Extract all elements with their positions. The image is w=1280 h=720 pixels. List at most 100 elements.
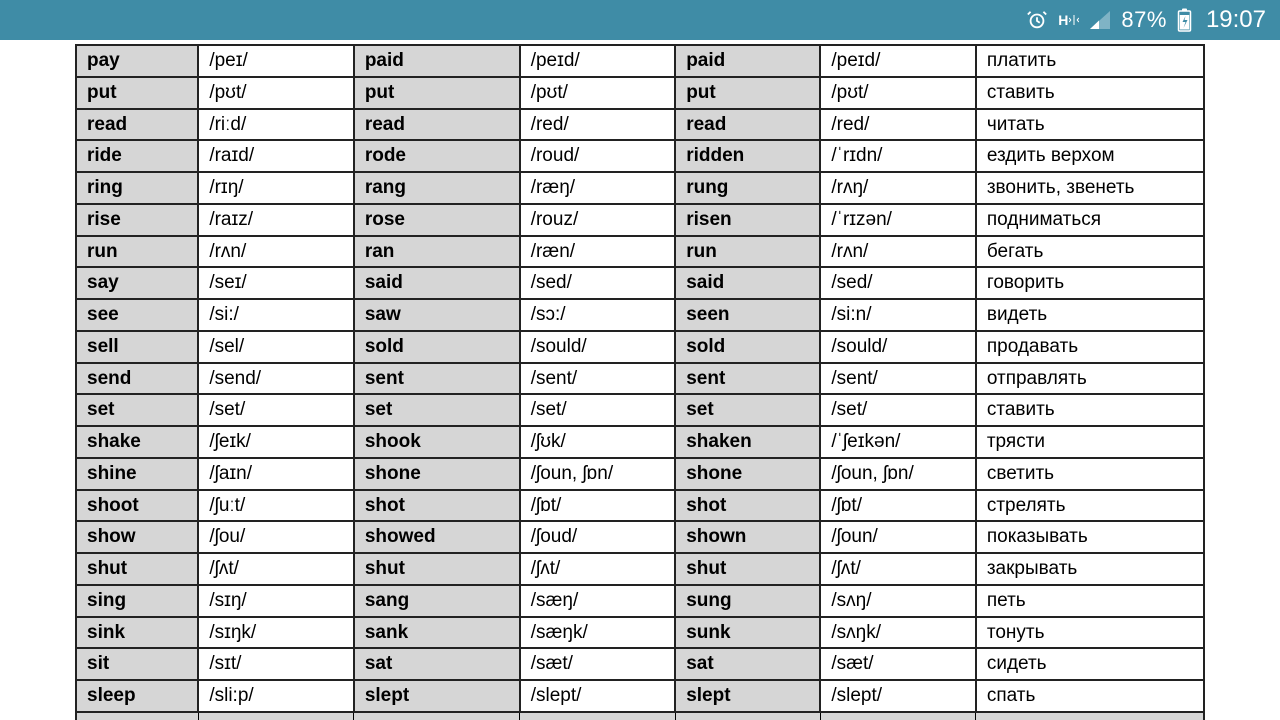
- verb-ipa-base: /rʌn/: [198, 236, 354, 268]
- verb-pp: paid: [675, 45, 820, 77]
- verb-translation: звонить, звенеть: [976, 172, 1204, 204]
- verb-ipa-pp: /ʃoun, ʃɒn/: [820, 458, 976, 490]
- table-row: sing/sɪŋ/sang/sæŋ/sung/sʌŋ/петь: [76, 585, 1204, 617]
- table-row: sit/sɪt/sat/sæt/sat/sæt/сидеть: [76, 648, 1204, 680]
- table-row: sink/sɪŋk/sank/sæŋk/sunk/sʌŋk/тонуть: [76, 617, 1204, 649]
- table-row: show/ʃou/showed/ʃoud/shown/ʃoun/показыва…: [76, 521, 1204, 553]
- verb-past: sat: [354, 648, 520, 680]
- verb-ipa-base: /seɪ/: [198, 267, 354, 299]
- verb-base: sit: [76, 648, 198, 680]
- verb-past: sent: [354, 363, 520, 395]
- android-status-bar: H 87% 19:07: [0, 0, 1280, 40]
- verb-base: show: [76, 521, 198, 553]
- verb-translation: читать: [976, 109, 1204, 141]
- table-row: rise/raɪz/rose/rouz/risen/ˈrɪzən/поднима…: [76, 204, 1204, 236]
- verb-ipa-past: /ʃʊk/: [520, 426, 676, 458]
- table-row: read/riːd/read/red/read/red/читать: [76, 109, 1204, 141]
- verb-translation: ставить: [976, 394, 1204, 426]
- verb-base: sing: [76, 585, 198, 617]
- verb-past: shone: [354, 458, 520, 490]
- verb-ipa-pp: /ʃɒt/: [820, 490, 976, 522]
- verb-ipa-pp: /rʌn/: [820, 236, 976, 268]
- verb-base: sell: [76, 331, 198, 363]
- verb-ipa-past: /sent/: [520, 363, 676, 395]
- verb-pp: set: [675, 394, 820, 426]
- verb-ipa-base: /sɪt/: [198, 648, 354, 680]
- verb-pp: shut: [675, 553, 820, 585]
- verb-ipa-past: /pʊt/: [520, 77, 676, 109]
- verb-ipa-pp: /peɪd/: [820, 45, 976, 77]
- verb-table-wrap: pay/peɪ/paid/peɪd/paid/peɪd/платитьput/p…: [75, 44, 1205, 720]
- verb-translation: платить: [976, 45, 1204, 77]
- verb-ipa-past: /sæŋ/: [520, 585, 676, 617]
- verb-ipa-past: /sæŋk/: [520, 617, 676, 649]
- verb-base: sink: [76, 617, 198, 649]
- verb-pp: read: [675, 109, 820, 141]
- table-row: pay/peɪ/paid/peɪd/paid/peɪd/платить: [76, 45, 1204, 77]
- verb-translation: тонуть: [976, 617, 1204, 649]
- verb-ipa-past: /sɔ:/: [520, 299, 676, 331]
- verb-base: rise: [76, 204, 198, 236]
- verb-base: read: [76, 109, 198, 141]
- verb-past: showed: [354, 521, 520, 553]
- verb-ipa-pp: /sæt/: [820, 648, 976, 680]
- table-row: shoot/ʃuːt/shot/ʃɒt/shot/ʃɒt/стрелять: [76, 490, 1204, 522]
- verb-ipa-base: /ʃou/: [198, 521, 354, 553]
- verb-translation: показывать: [976, 521, 1204, 553]
- verb-base: pay: [76, 45, 198, 77]
- table-row: ring/rɪŋ/rang/ræŋ/rung/rʌŋ/звонить, звен…: [76, 172, 1204, 204]
- verb-base: shake: [76, 426, 198, 458]
- verb-ipa-past: /slept/: [520, 680, 676, 712]
- verb-past: sang: [354, 585, 520, 617]
- verb-ipa-pp: /pʊt/: [820, 77, 976, 109]
- table-row: say/seɪ/said/sed/said/sed/говорить: [76, 267, 1204, 299]
- verb-ipa-base: /raɪd/: [198, 140, 354, 172]
- verb-ipa-past: /peɪd/: [520, 45, 676, 77]
- verb-ipa-base: /ʃʌt/: [198, 553, 354, 585]
- verb-ipa-pp: /red/: [820, 109, 976, 141]
- irregular-verbs-table: pay/peɪ/paid/peɪd/paid/peɪd/платитьput/p…: [75, 44, 1205, 720]
- verb-ipa-past: /sould/: [520, 331, 676, 363]
- verb-translation: стрелять: [976, 490, 1204, 522]
- verb-translation: говорить: [976, 267, 1204, 299]
- verb-translation: спать: [976, 680, 1204, 712]
- verb-ipa-past: /sed/: [520, 267, 676, 299]
- verb-ipa-past: /ʃɒt/: [520, 490, 676, 522]
- verb-pp: slept: [675, 680, 820, 712]
- verb-ipa-base: /raɪz/: [198, 204, 354, 236]
- verb-pp: shone: [675, 458, 820, 490]
- table-row: send/send/sent/sent/sent/sent/отправлять: [76, 363, 1204, 395]
- verb-past: set: [354, 394, 520, 426]
- verb-ipa-base: /riːd/: [198, 109, 354, 141]
- verb-translation: видеть: [976, 299, 1204, 331]
- verb-pp: run: [675, 236, 820, 268]
- verb-base: run: [76, 236, 198, 268]
- table-row: sleep/sli:p/slept/slept/slept/slept/спат…: [76, 680, 1204, 712]
- verb-ipa-pp: /sʌŋ/: [820, 585, 976, 617]
- verb-base: shut: [76, 553, 198, 585]
- verb-ipa-pp: /ʃoun/: [820, 521, 976, 553]
- verb-base: sleep: [76, 680, 198, 712]
- verb-past: sold: [354, 331, 520, 363]
- verb-ipa-past: /sæt/: [520, 648, 676, 680]
- verb-past: put: [354, 77, 520, 109]
- verb-base: put: [76, 77, 198, 109]
- verb-pp: put: [675, 77, 820, 109]
- verb-ipa-pp: /slept/: [820, 680, 976, 712]
- verb-pp: shown: [675, 521, 820, 553]
- document-viewport[interactable]: pay/peɪ/paid/peɪd/paid/peɪd/платитьput/p…: [0, 40, 1280, 720]
- verb-ipa-base: /ʃaɪn/: [198, 458, 354, 490]
- verb-ipa-pp: /ˈʃeɪkən/: [820, 426, 976, 458]
- verb-pp: rung: [675, 172, 820, 204]
- verb-base: shoot: [76, 490, 198, 522]
- verb-translation: ставить: [976, 77, 1204, 109]
- verb-base: ride: [76, 140, 198, 172]
- verb-past: shot: [354, 490, 520, 522]
- verb-past: shut: [354, 553, 520, 585]
- verb-past: said: [354, 267, 520, 299]
- verb-past: sank: [354, 617, 520, 649]
- verb-ipa-base: /peɪ/: [198, 45, 354, 77]
- verb-translation: ездить верхом: [976, 140, 1204, 172]
- verb-ipa-base: /ʃeɪk/: [198, 426, 354, 458]
- table-row: see/si:/saw/sɔ:/seen/si:n/видеть: [76, 299, 1204, 331]
